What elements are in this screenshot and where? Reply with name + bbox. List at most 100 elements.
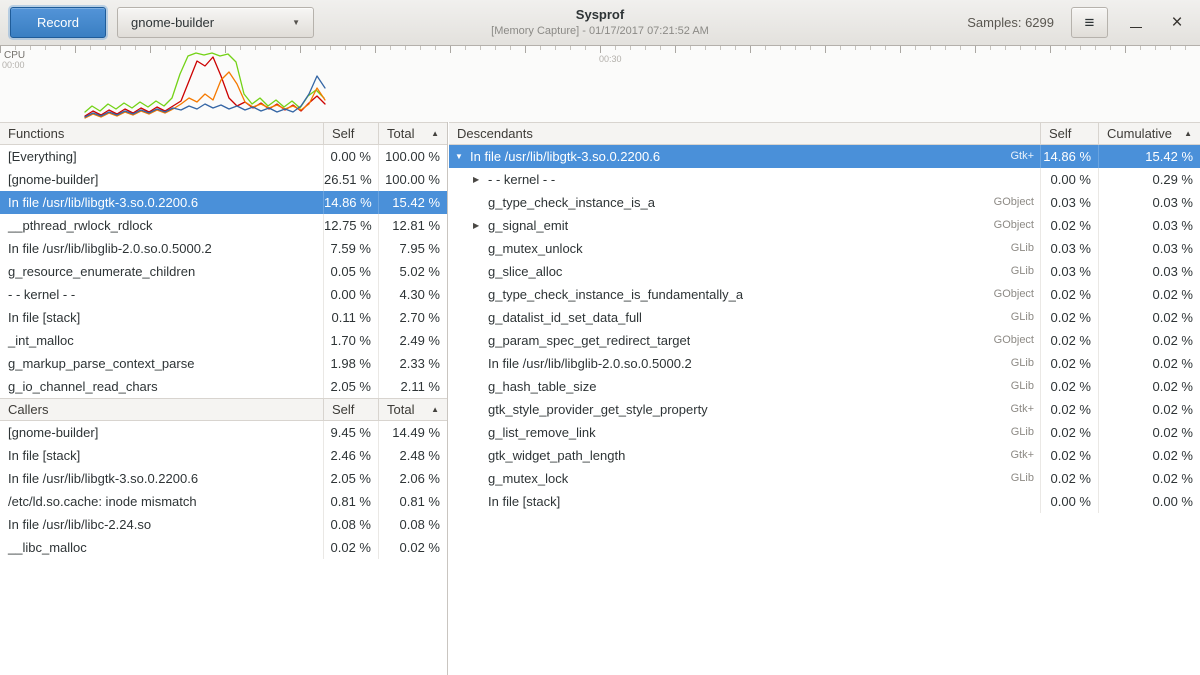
table-row[interactable]: _int_malloc 1.70 % 2.49 % bbox=[0, 329, 447, 352]
descendant-name-label: g_datalist_id_set_data_full bbox=[488, 306, 642, 329]
callers-self-column-header[interactable]: Self bbox=[323, 399, 378, 420]
cumulative-value-cell: 0.03 % bbox=[1098, 214, 1200, 237]
process-selector-label: gnome-builder bbox=[131, 15, 214, 30]
descendants-row[interactable]: ▼ In file /usr/lib/libgtk-3.so.0.2200.6 … bbox=[449, 145, 1200, 168]
library-category-label: GLib bbox=[1001, 306, 1034, 329]
functions-self-column-header[interactable]: Self bbox=[323, 123, 378, 144]
descendants-row[interactable]: g_param_spec_get_redirect_target GObject… bbox=[449, 329, 1200, 352]
cumulative-value-cell: 0.02 % bbox=[1098, 329, 1200, 352]
headerbar-right-group: Samples: 6299 ≡ × bbox=[967, 7, 1190, 38]
minimize-button[interactable] bbox=[1123, 10, 1149, 36]
self-value-cell: 0.02 % bbox=[1040, 421, 1098, 444]
expander-icon[interactable]: ▶ bbox=[473, 214, 488, 237]
table-row[interactable]: In file [stack] 2.46 % 2.48 % bbox=[0, 444, 447, 467]
self-value-cell: 9.45 % bbox=[323, 421, 378, 444]
functions-total-column-header[interactable]: Total ▲ bbox=[378, 123, 447, 144]
descendants-row[interactable]: g_type_check_instance_is_a GObject 0.03 … bbox=[449, 191, 1200, 214]
self-column-title: Self bbox=[1049, 126, 1071, 141]
left-panel: Functions Self Total ▲ [Everything] 0.00… bbox=[0, 122, 448, 675]
descendant-name-label: gtk_widget_path_length bbox=[488, 444, 625, 467]
table-row[interactable]: In file [stack] 0.11 % 2.70 % bbox=[0, 306, 447, 329]
descendants-row[interactable]: g_list_remove_link GLib 0.02 % 0.02 % bbox=[449, 421, 1200, 444]
library-category-label: GObject bbox=[984, 329, 1034, 352]
descendants-cumulative-column-header[interactable]: Cumulative ▲ bbox=[1098, 123, 1200, 144]
callers-column-header[interactable]: Callers bbox=[0, 399, 323, 420]
cumulative-value-cell: 15.42 % bbox=[1098, 145, 1200, 168]
total-value-cell: 7.95 % bbox=[378, 237, 447, 260]
total-value-cell: 15.42 % bbox=[378, 191, 447, 214]
function-name-cell: g_io_channel_read_chars bbox=[0, 375, 323, 398]
table-row[interactable]: In file /usr/lib/libgtk-3.so.0.2200.6 14… bbox=[0, 191, 447, 214]
descendant-name-label: g_type_check_instance_is_a bbox=[488, 191, 655, 214]
descendants-column-header[interactable]: Descendants bbox=[449, 123, 1040, 144]
descendants-row[interactable]: g_mutex_lock GLib 0.02 % 0.02 % bbox=[449, 467, 1200, 490]
cumulative-value-cell: 0.02 % bbox=[1098, 398, 1200, 421]
table-row[interactable]: g_resource_enumerate_children 0.05 % 5.0… bbox=[0, 260, 447, 283]
table-row[interactable]: In file /usr/lib/libglib-2.0.so.0.5000.2… bbox=[0, 237, 447, 260]
close-button[interactable]: × bbox=[1164, 10, 1190, 36]
expander-icon[interactable]: ▼ bbox=[455, 145, 470, 168]
descendants-row[interactable]: g_mutex_unlock GLib 0.03 % 0.03 % bbox=[449, 237, 1200, 260]
callers-header-row: Callers Self Total ▲ bbox=[0, 398, 447, 421]
callers-total-column-header[interactable]: Total ▲ bbox=[378, 399, 447, 420]
menu-button[interactable]: ≡ bbox=[1071, 7, 1108, 38]
descendants-row[interactable]: In file [stack] 0.00 % 0.00 % bbox=[449, 490, 1200, 513]
descendants-row[interactable]: g_type_check_instance_is_fundamentally_a… bbox=[449, 283, 1200, 306]
table-row[interactable]: /etc/ld.so.cache: inode mismatch 0.81 % … bbox=[0, 490, 447, 513]
descendant-name-cell: g_param_spec_get_redirect_target GObject bbox=[449, 329, 1040, 352]
function-name-cell: [gnome-builder] bbox=[0, 421, 323, 444]
process-selector-dropdown[interactable]: gnome-builder ▼ bbox=[117, 7, 314, 38]
table-row[interactable]: - - kernel - - 0.00 % 4.30 % bbox=[0, 283, 447, 306]
function-name-cell: [Everything] bbox=[0, 145, 323, 168]
callers-column-title: Callers bbox=[8, 402, 48, 417]
descendants-row[interactable]: g_slice_alloc GLib 0.03 % 0.03 % bbox=[449, 260, 1200, 283]
table-row[interactable]: In file /usr/lib/libgtk-3.so.0.2200.6 2.… bbox=[0, 467, 447, 490]
table-row[interactable]: __pthread_rwlock_rdlock 12.75 % 12.81 % bbox=[0, 214, 447, 237]
descendants-row[interactable]: g_hash_table_size GLib 0.02 % 0.02 % bbox=[449, 375, 1200, 398]
minimize-icon bbox=[1130, 27, 1142, 28]
cumulative-value-cell: 0.29 % bbox=[1098, 168, 1200, 191]
descendant-name-cell: g_mutex_unlock GLib bbox=[449, 237, 1040, 260]
table-row[interactable]: g_io_channel_read_chars 2.05 % 2.11 % bbox=[0, 375, 447, 398]
descendant-name-cell: g_mutex_lock GLib bbox=[449, 467, 1040, 490]
table-row[interactable]: [gnome-builder] 9.45 % 14.49 % bbox=[0, 421, 447, 444]
function-name-cell: _int_malloc bbox=[0, 329, 323, 352]
table-row[interactable]: [gnome-builder] 26.51 % 100.00 % bbox=[0, 168, 447, 191]
descendant-name-label: In file /usr/lib/libglib-2.0.so.0.5000.2 bbox=[488, 352, 692, 375]
functions-column-title: Functions bbox=[8, 126, 64, 141]
functions-column-header[interactable]: Functions bbox=[0, 123, 323, 144]
descendant-name-label: gtk_style_provider_get_style_property bbox=[488, 398, 708, 421]
function-name-cell: In file /usr/lib/libc-2.24.so bbox=[0, 513, 323, 536]
table-row[interactable]: [Everything] 0.00 % 100.00 % bbox=[0, 145, 447, 168]
cpu-timeline[interactable]: CPU 00:00 00:30 bbox=[0, 46, 1200, 122]
total-value-cell: 100.00 % bbox=[378, 145, 447, 168]
self-value-cell: 0.81 % bbox=[323, 490, 378, 513]
self-value-cell: 12.75 % bbox=[323, 214, 378, 237]
self-value-cell: 0.02 % bbox=[1040, 214, 1098, 237]
descendants-row[interactable]: gtk_style_provider_get_style_property Gt… bbox=[449, 398, 1200, 421]
descendants-row[interactable]: ▶ - - kernel - - 0.00 % 0.29 % bbox=[449, 168, 1200, 191]
descendants-row[interactable]: In file /usr/lib/libglib-2.0.so.0.5000.2… bbox=[449, 352, 1200, 375]
callers-table: [gnome-builder] 9.45 % 14.49 % In file [… bbox=[0, 421, 447, 559]
library-category-label: GLib bbox=[1001, 352, 1034, 375]
descendant-name-label: g_slice_alloc bbox=[488, 260, 562, 283]
table-row[interactable]: __libc_malloc 0.02 % 0.02 % bbox=[0, 536, 447, 559]
self-value-cell: 0.02 % bbox=[1040, 398, 1098, 421]
function-name-cell: - - kernel - - bbox=[0, 283, 323, 306]
record-button[interactable]: Record bbox=[10, 7, 106, 38]
table-row[interactable]: g_markup_parse_context_parse 1.98 % 2.33… bbox=[0, 352, 447, 375]
library-category-label: Gtk+ bbox=[1000, 444, 1034, 467]
descendants-self-column-header[interactable]: Self bbox=[1040, 123, 1098, 144]
expander-icon[interactable]: ▶ bbox=[473, 168, 488, 191]
descendants-row[interactable]: gtk_widget_path_length Gtk+ 0.02 % 0.02 … bbox=[449, 444, 1200, 467]
descendant-name-cell: g_type_check_instance_is_a GObject bbox=[449, 191, 1040, 214]
self-value-cell: 0.00 % bbox=[1040, 168, 1098, 191]
function-name-cell: g_markup_parse_context_parse bbox=[0, 352, 323, 375]
function-name-cell: __libc_malloc bbox=[0, 536, 323, 559]
table-row[interactable]: In file /usr/lib/libc-2.24.so 0.08 % 0.0… bbox=[0, 513, 447, 536]
function-name-cell: [gnome-builder] bbox=[0, 168, 323, 191]
descendant-name-label: g_type_check_instance_is_fundamentally_a bbox=[488, 283, 743, 306]
descendants-row[interactable]: ▶ g_signal_emit GObject 0.02 % 0.03 % bbox=[449, 214, 1200, 237]
descendant-name-label: In file /usr/lib/libgtk-3.so.0.2200.6 bbox=[470, 145, 660, 168]
descendants-row[interactable]: g_datalist_id_set_data_full GLib 0.02 % … bbox=[449, 306, 1200, 329]
